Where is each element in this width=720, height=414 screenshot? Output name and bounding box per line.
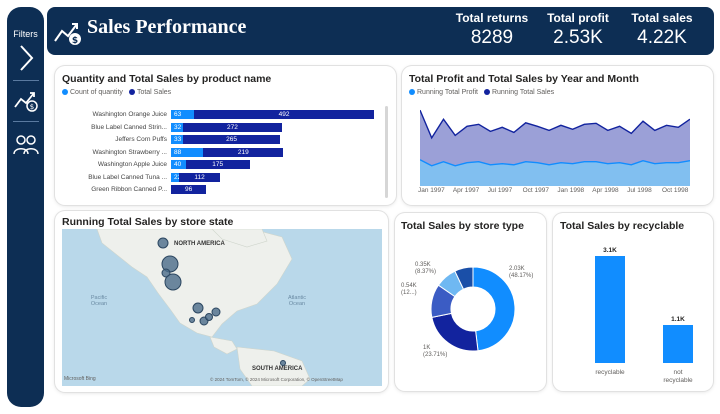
kpi-sales-value: 4.22K <box>637 27 687 48</box>
kpi-sales-label: Total sales <box>631 11 693 25</box>
quantity-bar[interactable]: 32 <box>171 122 183 132</box>
profit-sales-title: Total Profit and Total Sales by Year and… <box>409 73 639 85</box>
total-sales-bar[interactable]: 112 <box>179 172 221 182</box>
donut-label-small: 0.35K (8.37%) <box>415 262 437 275</box>
filters-label[interactable]: Filters <box>7 29 44 39</box>
x-tick-label: Jan 1998 <box>557 187 585 194</box>
x-tick-label: Apr 1998 <box>592 187 619 194</box>
map-bubble <box>280 360 286 366</box>
sidebar-divider <box>13 121 39 122</box>
quantity-bar[interactable]: 63 <box>171 110 195 119</box>
total-sales-bar[interactable]: 492 <box>194 110 375 119</box>
map-bubbles <box>157 237 286 366</box>
map-card[interactable]: Running Total Sales by store state NORTH… <box>55 211 388 392</box>
store-type-title: Total Sales by store type <box>401 220 524 232</box>
product-name-label: Blue Label Canned Strin... <box>91 123 167 131</box>
legend-item: Count of quantity <box>62 89 123 96</box>
product-bar-row[interactable]: Jeffers Corn Puffs 33 265 <box>115 135 376 144</box>
scrollbar[interactable] <box>385 106 388 198</box>
donut-label-supermarket: 2.03K (48.17%) <box>509 266 534 279</box>
product-bar-row[interactable]: Washington Orange Juice 63 492 <box>92 110 376 119</box>
area-chart <box>420 109 690 186</box>
qty-sales-legend: Count of quantity Total Sales <box>62 89 171 96</box>
product-bar-row[interactable]: Washington Apple Juice 40 175 <box>98 160 376 169</box>
quantity-bar[interactable]: 22 <box>171 172 181 182</box>
bar-category-label: not recyclable <box>663 369 693 384</box>
donut-label-deluxe: 1K (23.71%) <box>423 345 448 358</box>
map-bubble <box>205 313 213 321</box>
recyclable-bar-chart: 3.1K recyclable 1.1K not recyclable <box>583 235 703 385</box>
profit-sales-card[interactable]: Total Profit and Total Sales by Year and… <box>402 66 713 205</box>
product-bar-chart: Washington Orange Juice 63 492 Blue Label C… <box>88 110 381 200</box>
svg-text:$: $ <box>72 36 78 46</box>
chevron-right-icon[interactable] <box>17 43 35 73</box>
bar-category-label: recyclable <box>595 369 625 376</box>
kpi-returns-label: Total returns <box>455 11 529 25</box>
legend-item: Total Sales <box>128 89 171 96</box>
bar-data-label: 3.1K <box>603 247 617 255</box>
people-group-icon[interactable] <box>13 132 39 158</box>
product-name-label: Blue Label Canned Tuna ... <box>88 173 167 181</box>
quantity-bar[interactable]: 88 <box>171 147 204 157</box>
product-name-label: Green Ribbon Canned P... <box>91 186 167 193</box>
area-x-axis: Jan 1997 Apr 1997 Jul 1997 Oct 1997 Jan 1998… <box>418 187 690 197</box>
page-title: Sales Performance <box>87 16 247 38</box>
sales-growth-icon[interactable]: $ <box>13 87 39 113</box>
map-bubble <box>192 302 204 314</box>
product-bar-row[interactable]: Blue Label Canned Tuna ... 22 112 <box>88 172 376 182</box>
x-tick-label: Oct 1998 <box>662 187 689 194</box>
kpi-profit-label: Total profit <box>547 11 609 25</box>
quantity-bar[interactable]: 40 <box>171 160 186 169</box>
product-name-label: Washington Strawberry ... <box>92 148 167 156</box>
legend-item: Running Total Profit <box>409 89 478 96</box>
product-name-label: Washington Apple Juice <box>97 161 167 168</box>
sidebar-divider <box>13 80 39 81</box>
quantity-bar[interactable]: 33 <box>171 135 184 144</box>
store-type-card[interactable]: Total Sales by store type 2.03K (48.17%)… <box>395 213 546 391</box>
sidebar: Filters $ <box>7 7 44 407</box>
recyclable-title: Total Sales by recyclable <box>560 220 685 232</box>
map-bubble <box>189 317 195 323</box>
svg-text:$: $ <box>30 103 34 111</box>
product-name-label: Washington Orange Juice <box>92 111 167 118</box>
total-sales-bar[interactable]: 219 <box>203 147 284 157</box>
map-bubble <box>211 307 221 317</box>
qty-sales-title: Quantity and Total Sales by product name <box>62 73 272 85</box>
qty-sales-card[interactable]: Quantity and Total Sales by product name… <box>55 66 396 205</box>
product-name-label: Jeffers Corn Puffs <box>115 136 167 143</box>
product-bar-row[interactable]: Green Ribbon Canned P... 96 <box>91 185 376 194</box>
kpi-profit-value: 2.53K <box>553 27 603 48</box>
header-bar: $ Sales Performance Total returns 8289 T… <box>47 7 714 55</box>
total-sales-bar[interactable]: 265 <box>183 135 281 144</box>
total-sales-bar[interactable]: 272 <box>182 122 283 132</box>
map-bubble <box>157 237 169 249</box>
sales-growth-icon: $ <box>54 23 81 46</box>
map-bubble <box>164 273 182 291</box>
donut-chart <box>430 266 516 352</box>
x-tick-label: Apr 1997 <box>452 187 480 194</box>
total-sales-bar[interactable]: 96 <box>171 185 207 194</box>
product-bar-row[interactable]: Blue Label Canned Strin... 32 272 <box>91 122 376 132</box>
legend-item: Running Total Sales <box>483 89 554 96</box>
donut-label-mid: 0.54K (12...) <box>401 283 417 296</box>
x-tick-label: Jul 1998 <box>627 187 652 194</box>
recyclable-card[interactable]: Total Sales by recyclable 3.1K recyclable… <box>553 213 713 391</box>
total-sales-bar[interactable]: 175 <box>185 160 250 169</box>
map-copyright[interactable]: © 2024 TomTom, © 2024 Microsoft Corporat… <box>210 377 343 382</box>
product-bar-row[interactable]: Washington Strawberry ... 88 219 <box>92 147 376 157</box>
recyclable-bar[interactable] <box>595 256 625 363</box>
recyclable-bar[interactable] <box>663 325 693 363</box>
x-tick-label: Oct 1997 <box>522 187 549 194</box>
map-title: Running Total Sales by store state <box>62 216 234 228</box>
bing-logo: Microsoft Bing <box>64 376 96 382</box>
x-tick-label: Jul 1997 <box>487 187 513 194</box>
kpi-returns-value: 8289 <box>470 27 514 48</box>
map-view[interactable]: NORTH AMERICA SOUTH AMERICA Pacific Ocea… <box>62 229 382 386</box>
x-tick-label: Jan 1997 <box>418 187 445 194</box>
bar-data-label: 1.1K <box>671 316 685 324</box>
profit-sales-legend: Running Total Profit Running Total Sales <box>409 89 554 96</box>
